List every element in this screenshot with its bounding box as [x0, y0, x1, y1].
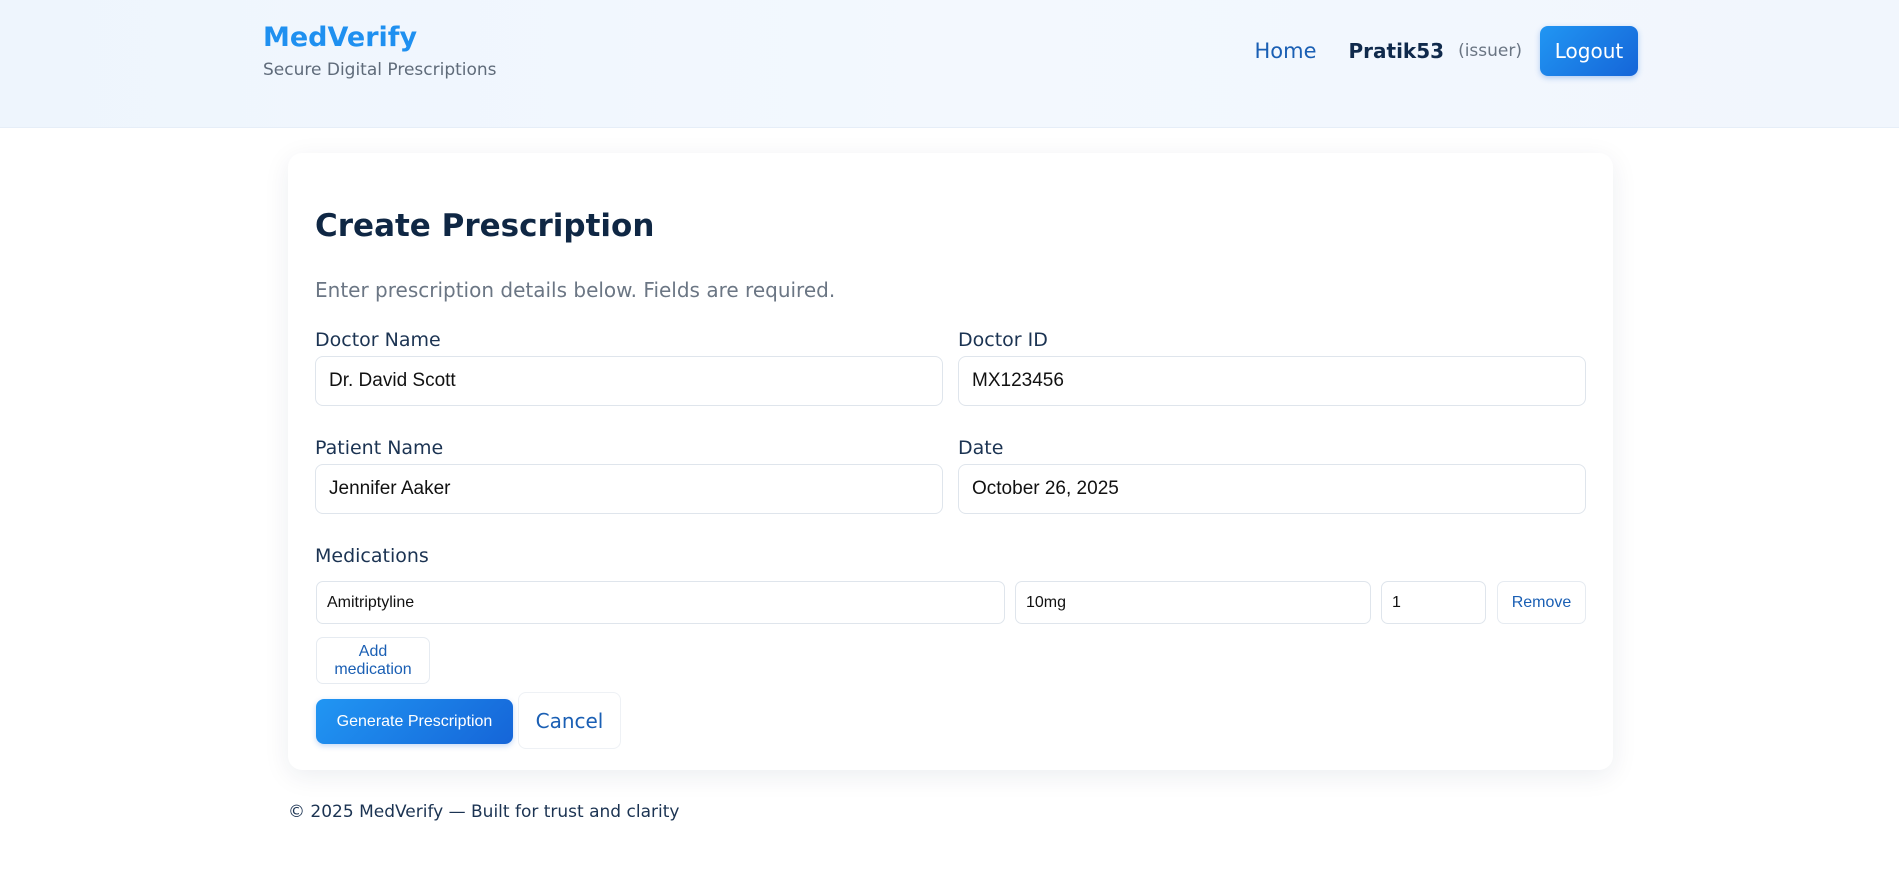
doctor-name-input[interactable] — [315, 356, 943, 406]
medication-name-input[interactable] — [316, 581, 1005, 624]
site-header: MedVerify Secure Digital Prescriptions H… — [0, 0, 1899, 128]
doctor-name-label: Doctor Name — [315, 329, 441, 351]
date-input[interactable] — [958, 464, 1586, 514]
top-nav: Home Pratik53 (issuer) Logout — [1254, 26, 1638, 76]
doctor-id-input[interactable] — [958, 356, 1586, 406]
page-subtitle: Enter prescription details below. Fields… — [315, 278, 836, 302]
doctor-id-label: Doctor ID — [958, 329, 1048, 351]
nav-home-link[interactable]: Home — [1254, 39, 1316, 63]
brand-tagline: Secure Digital Prescriptions — [263, 60, 497, 80]
patient-name-input[interactable] — [315, 464, 943, 514]
medications-label: Medications — [315, 545, 429, 567]
brand-logo-text[interactable]: MedVerify — [263, 22, 497, 54]
logout-button[interactable]: Logout — [1540, 26, 1638, 76]
generate-prescription-button[interactable]: Generate Prescription — [316, 699, 513, 744]
medication-dose-input[interactable] — [1015, 581, 1371, 624]
date-label: Date — [958, 437, 1004, 459]
cancel-button[interactable]: Cancel — [518, 692, 621, 749]
create-prescription-card: Create Prescription Enter prescription d… — [288, 153, 1613, 770]
add-medication-button[interactable]: Add medication — [316, 637, 430, 684]
user-role-badge: (issuer) — [1458, 41, 1522, 61]
patient-name-label: Patient Name — [315, 437, 444, 459]
remove-medication-button[interactable]: Remove — [1497, 581, 1586, 624]
site-footer: © 2025 MedVerify — Built for trust and c… — [288, 802, 680, 822]
brand: MedVerify Secure Digital Prescriptions — [263, 22, 497, 80]
page-title: Create Prescription — [315, 208, 655, 244]
medication-quantity-input[interactable] — [1381, 581, 1486, 624]
current-username: Pratik53 — [1348, 39, 1445, 63]
